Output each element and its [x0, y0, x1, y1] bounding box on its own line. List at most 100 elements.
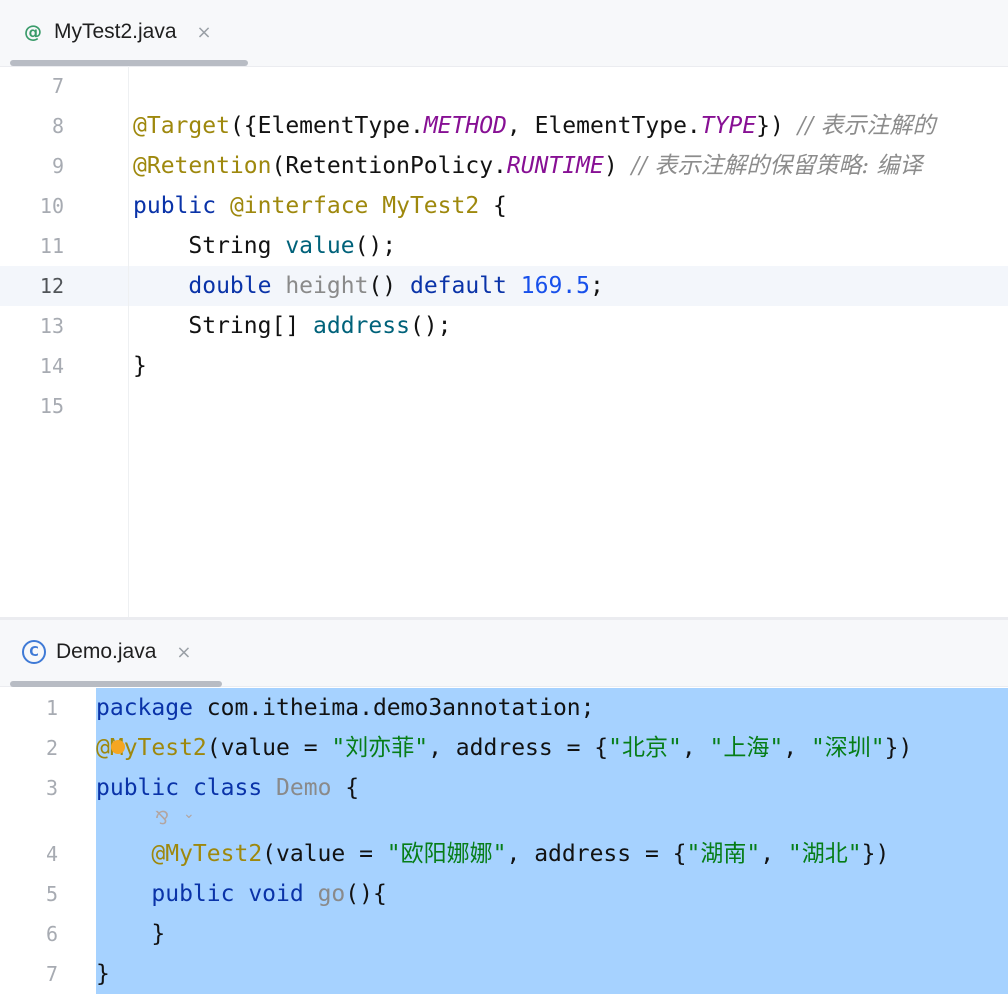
tab-bar-bottom: C Demo.java × — [0, 620, 1008, 687]
line-number: 5 — [45, 882, 58, 906]
code-token: String — [133, 233, 286, 259]
code-token: double — [188, 273, 286, 299]
code-token: void — [248, 881, 318, 907]
code-token: , — [681, 735, 710, 761]
code-token: (value = — [262, 841, 387, 867]
line-number: 8 — [51, 114, 64, 138]
code-token: }) — [756, 113, 798, 139]
code-token: "深圳" — [810, 735, 885, 761]
code-token: public — [151, 881, 249, 907]
code-line[interactable]: } — [133, 346, 147, 386]
code-token: , address = { — [506, 841, 687, 867]
code-token: }) — [884, 735, 913, 761]
code-token: @MyTest2 — [151, 841, 263, 867]
tab-label: Demo.java — [56, 640, 157, 663]
code-line[interactable]: public class Demo { — [96, 768, 359, 808]
code-token: "上海" — [709, 735, 784, 761]
code-token: @Retention — [133, 153, 272, 179]
line-number: 11 — [39, 234, 64, 258]
code-token: } — [133, 353, 147, 379]
code-token: ({ElementType. — [229, 113, 424, 139]
code-token: (); — [354, 233, 397, 259]
code-token: // 表示注解的 — [797, 113, 936, 139]
code-token: MyTest2 — [382, 193, 480, 219]
code-token: com.itheima.demo3annotation; — [206, 695, 595, 721]
code-token: public — [133, 193, 230, 219]
code-token: default — [409, 273, 521, 299]
code-token: { — [331, 775, 360, 801]
line-number: 10 — [39, 194, 64, 218]
code-token: "湖北" — [787, 841, 862, 867]
code-token: (RetentionPolicy. — [271, 153, 507, 179]
line-number: 3 — [45, 776, 58, 800]
line-number: 2 — [45, 736, 58, 760]
chevron-down-icon[interactable]: ⌄ — [183, 806, 195, 822]
code-token: ) — [603, 153, 632, 179]
code-token: height — [285, 273, 369, 299]
tab-demo[interactable]: C Demo.java × — [22, 630, 191, 674]
close-icon[interactable]: × — [197, 22, 212, 43]
editor-pane-mytest2[interactable]: @ MyTest2.java × 7 8 @Target({ElementType.… — [0, 0, 1008, 618]
code-token: , — [783, 735, 811, 761]
close-icon[interactable]: × — [176, 642, 191, 663]
code-token: package — [96, 695, 207, 721]
tab-mytest2[interactable]: @ MyTest2.java × — [22, 10, 212, 54]
code-token: @interface — [229, 193, 383, 219]
line-number: 9 — [51, 154, 64, 178]
code-token: "刘亦菲" — [331, 735, 429, 761]
code-token: Demo — [276, 775, 332, 801]
code-token: , address = { — [428, 735, 609, 761]
code-token: 169.5 — [520, 273, 590, 299]
code-token: (); — [409, 313, 452, 339]
tab-label: MyTest2.java — [54, 20, 177, 43]
line-number: 12 — [39, 274, 64, 298]
code-line[interactable]: } — [96, 914, 165, 954]
line-number: 4 — [45, 842, 58, 866]
code-token: , ElementType. — [506, 113, 701, 139]
code-token: public — [96, 775, 193, 801]
code-token: "湖南" — [686, 841, 761, 867]
code-token: (){ — [345, 881, 387, 907]
code-token: }) — [861, 841, 890, 867]
annotation-icon: @ — [24, 21, 42, 43]
code-line[interactable]: } — [96, 954, 110, 994]
code-line[interactable]: @Target({ElementType.METHOD, ElementType… — [133, 106, 936, 146]
editor-pane-demo[interactable]: C Demo.java × 1 package com.itheima.demo3… — [0, 620, 1008, 1001]
code-line[interactable]: package com.itheima.demo3annotation; — [96, 688, 595, 728]
code-line[interactable]: @Retention(RetentionPolicy.RUNTIME) // 表… — [133, 146, 922, 186]
code-token: } — [96, 921, 166, 947]
line-number: 7 — [45, 962, 58, 986]
code-token: go — [317, 881, 346, 907]
code-token: "北京" — [608, 735, 682, 761]
code-line[interactable]: @MyTest2(value = "刘亦菲", address = {"北京",… — [96, 728, 912, 768]
code-line[interactable]: @MyTest2(value = "欧阳娜娜", address = {"湖南"… — [96, 834, 889, 874]
code-token: , — [760, 841, 788, 867]
line-number: 13 — [39, 314, 64, 338]
line-number: 7 — [51, 74, 64, 98]
code-line[interactable]: public void go(){ — [96, 874, 387, 914]
code-token: RUNTIME — [506, 153, 604, 179]
code-token: @Target — [133, 113, 230, 139]
code-token: () — [368, 273, 410, 299]
code-token: METHOD — [423, 113, 507, 139]
code-token: String[] — [133, 313, 314, 339]
code-token: address — [313, 313, 410, 339]
lightbulb-icon[interactable] — [111, 740, 125, 754]
code-token: "欧阳娜娜" — [386, 841, 507, 867]
code-token: TYPE — [700, 113, 757, 139]
line-number: 6 — [45, 922, 58, 946]
code-token: class — [192, 775, 277, 801]
line-number: 1 — [45, 696, 58, 720]
line-number: 15 — [39, 394, 64, 418]
code-line[interactable]: double height() default 169.5; — [133, 266, 603, 306]
author-hint-icon[interactable]: ⅋ — [155, 808, 169, 829]
code-token: { — [479, 193, 507, 219]
code-token: // 表示注解的保留策略: 编译 — [631, 153, 923, 179]
code-token: (value = — [206, 735, 332, 761]
code-line[interactable]: String value(); — [133, 226, 396, 266]
code-line[interactable]: String[] address(); — [133, 306, 452, 346]
active-tab-indicator — [10, 681, 222, 687]
code-line[interactable]: public @interface MyTest2 { — [133, 186, 507, 226]
